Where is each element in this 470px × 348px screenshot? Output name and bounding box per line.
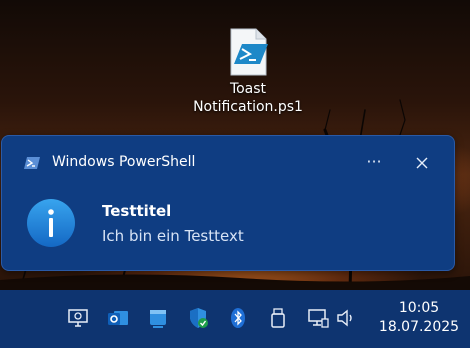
windows-security-icon[interactable] [187, 307, 209, 329]
bluetooth-icon[interactable] [227, 307, 249, 329]
powershell-icon [24, 155, 40, 169]
notification-app-name: Windows PowerShell [52, 154, 196, 170]
outlook-icon[interactable] [107, 307, 129, 329]
toast-notification[interactable]: Windows PowerShell ··· Testtitel Ich bin… [1, 135, 455, 271]
clock-time: 10:05 [398, 300, 440, 316]
desktop-file-name: Toast Notification.ps1 [193, 81, 303, 115]
powershell-script-icon [228, 28, 268, 76]
monitor-settings-icon[interactable] [67, 307, 89, 329]
window-app-icon[interactable] [147, 307, 169, 329]
more-options-button[interactable]: ··· [362, 152, 386, 174]
network-icon[interactable] [307, 307, 329, 329]
clock-date: 18.07.2025 [378, 319, 460, 335]
desktop-file-icon[interactable]: Toast Notification.ps1 [188, 28, 308, 116]
speaker-icon[interactable] [335, 307, 357, 329]
info-icon [26, 198, 76, 248]
taskbar-clock[interactable]: 10:05 18.07.2025 [372, 299, 466, 337]
notification-message: Ich bin ein Testtext [102, 227, 244, 245]
taskbar: 10:05 18.07.2025 [0, 290, 470, 348]
close-icon[interactable] [411, 152, 433, 174]
notification-title: Testtitel [102, 202, 172, 220]
usb-drive-icon[interactable] [267, 307, 289, 329]
